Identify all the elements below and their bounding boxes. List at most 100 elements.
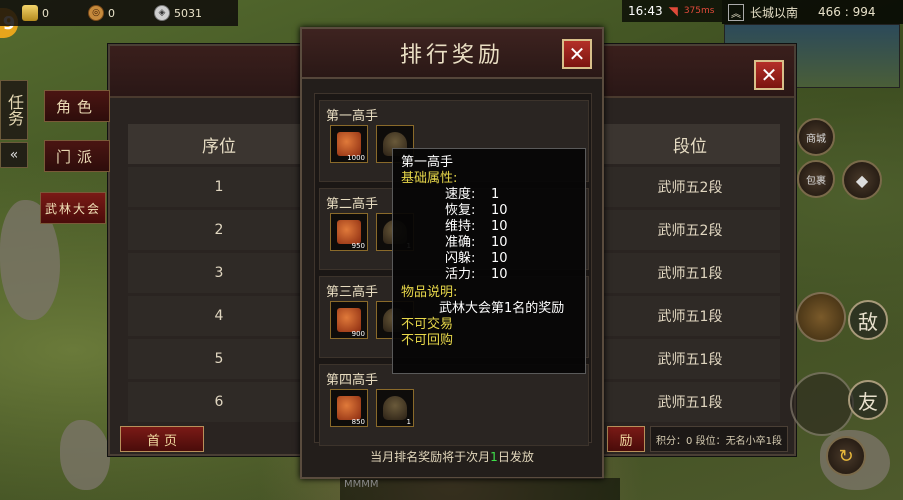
location-name: 长城以南 [750,5,799,20]
rank-column-header: 序位 [202,136,236,157]
silver-icon: ◈ [154,5,170,21]
stat-value: 10 [491,203,508,218]
reward-close-button[interactable]: ✕ [562,39,592,69]
tooltip-title: 第一高手 [401,155,454,170]
item-quantity: 1000 [347,154,365,162]
skill-slot[interactable] [796,292,846,342]
reward-panel-title: 排行奖励 [302,29,602,79]
stat-value: 10 [491,235,508,250]
segment-column-header: 段位 [673,136,707,157]
item-quantity: 900 [351,330,365,338]
tier-name: 第二高手 [326,197,379,212]
shop-button[interactable]: 商城 [797,118,835,156]
reward-item-slot[interactable]: 950 [330,213,368,251]
reward-button[interactable]: 励 [607,426,645,452]
ingot-item-icon [337,132,361,156]
tooltip-stat: 恢复: 10 [401,203,577,219]
reward-item-slot[interactable]: 1 [376,389,414,427]
ingot-item-icon [337,220,361,244]
segment-cell: 武师五1段 [657,352,723,368]
coin-currency: ◎ 0 [88,5,148,21]
ranking-close-button[interactable]: ✕ [754,60,784,90]
armor-item-icon [383,396,407,420]
stat-key: 闪躲: [445,251,476,266]
rank-cell: 6 [214,394,224,410]
attack-button[interactable] [790,372,854,436]
gold-ingot-icon [22,5,38,21]
tab-martial-tournament[interactable]: 武林大会 [40,192,106,224]
coin-icon: ◎ [88,5,104,21]
status-bar: 16:43 ◥ 375ms [622,0,722,22]
segment-cell: 武师五2段 [657,180,723,196]
chat-log[interactable]: MMMM [340,478,620,500]
segment-cell: 武师五1段 [657,309,723,325]
reward-item-slot[interactable]: 900 [330,301,368,339]
friend-label: 友 [858,389,878,414]
tooltip-attr-heading: 基础属性: [401,171,458,186]
bag-button[interactable]: 包裹 [797,160,835,198]
collapse-button[interactable]: « [0,142,28,168]
location-coords: 466 : 994 [818,5,876,19]
rank-cell: 3 [214,265,224,281]
tab-sect[interactable]: 门派 [44,140,110,172]
first-page-button[interactable]: 首 页 [120,426,204,452]
shop-label: 商城 [806,133,826,145]
reward-tier: 第四高手 850 1 [319,364,589,446]
tab-character[interactable]: 角色 [44,90,110,122]
ping-readout: 375ms [683,6,715,16]
reward-item-slot[interactable]: 850 [330,389,368,427]
expand-map-icon[interactable]: ︽ [728,3,744,21]
rank-cell: 4 [214,308,224,324]
stat-value: 10 [491,251,508,266]
refresh-icon: ↻ [838,445,854,467]
item-quantity: 850 [351,418,365,426]
reward-footer-note: 当月排名奖励将于次月1日发放 [302,448,602,465]
rank-cell: 1 [214,179,224,195]
my-rank-info: 积分：0 段位：无名小卒1段 [650,426,788,452]
bag-label: 包裹 [806,175,826,187]
stat-value: 1 [491,187,500,202]
tier-name: 第四高手 [326,373,379,388]
item-tooltip: 第一高手 基础属性: 速度: 1 恢复: 10 维持: 10 准确: 10 闪躲: 10 … [392,148,586,374]
currency-bar: 0 ◎ 0 ◈ 5031 [0,0,238,26]
stat-value: 10 [491,219,508,234]
refresh-button[interactable]: ↻ [826,436,866,476]
task-tab[interactable]: 任务 [0,80,28,140]
gold-currency: 0 [22,5,82,21]
tooltip-description: 武林大会第1名的奖励 [439,301,565,316]
location-bar[interactable]: ︽ 长城以南 466 : 994 [722,0,903,24]
stat-key: 准确: [445,235,476,250]
coin-amount: 0 [108,6,115,20]
clock: 16:43 [628,4,663,18]
segment-cell: 武师五1段 [657,266,723,282]
friend-target-button[interactable]: 友 [848,380,888,420]
segment-cell: 武师五2段 [657,223,723,239]
rank-cell: 2 [214,222,224,238]
enemy-target-button[interactable]: 敌 [848,300,888,340]
tooltip-desc-heading: 物品说明: [401,285,458,300]
footer-day: 1 [490,450,498,464]
stat-value: 10 [491,267,508,282]
item-quantity: 950 [351,242,365,250]
tier-name: 第三高手 [326,285,379,300]
stat-key: 恢复: [445,203,476,218]
skill-menu-button[interactable]: ◆ [842,160,882,200]
tooltip-stat: 准确: 10 [401,235,577,251]
tooltip-no-trade: 不可交易 [401,317,454,332]
tooltip-no-recycle: 不可回购 [401,333,454,348]
tooltip-stat: 维持: 10 [401,219,577,235]
silver-currency: ◈ 5031 [154,5,214,21]
tooltip-stat: 速度: 1 [401,187,577,203]
reward-item-slot[interactable]: 1000 [330,125,368,163]
segment-cell: 武师五1段 [657,395,723,411]
gold-amount: 0 [42,6,49,20]
silver-amount: 5031 [174,6,202,20]
footer-text-post: 日发放 [497,450,534,464]
wifi-icon: ◥ [668,4,678,18]
enemy-label: 敌 [858,309,878,334]
ingot-item-icon [337,308,361,332]
item-quantity: 1 [406,418,411,426]
tooltip-stat: 活力: 10 [401,267,577,283]
diamond-icon: ◆ [855,170,869,190]
ingot-item-icon [337,396,361,420]
